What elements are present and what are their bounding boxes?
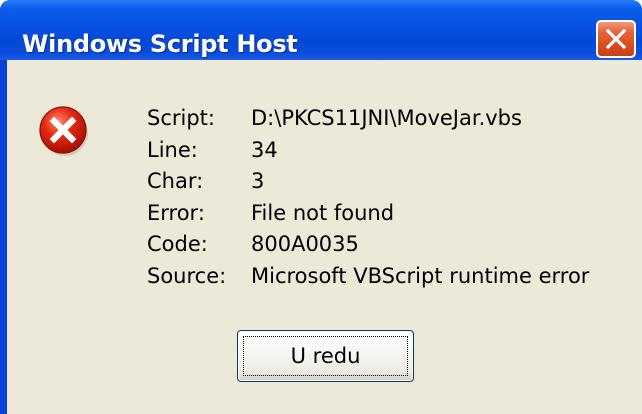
- source-row: Source: Microsoft VBScript runtime error: [147, 261, 589, 293]
- line-value: 34: [251, 137, 278, 162]
- message-dialog: Windows Script Host Script: D:\PKCS11JNI…: [0, 0, 642, 414]
- title-bar[interactable]: Windows Script Host: [0, 0, 642, 60]
- script-label: Script:: [147, 106, 215, 130]
- error-icon: [39, 106, 88, 156]
- error-row: Error: File not found: [147, 198, 589, 230]
- code-row: Code: 800A0035: [147, 229, 589, 261]
- char-value: 3: [251, 169, 265, 193]
- window-title: Windows Script Host: [22, 30, 298, 58]
- line-label: Line:: [147, 137, 198, 162]
- close-button[interactable]: [596, 20, 636, 58]
- line-row: Line: 34: [147, 135, 589, 167]
- error-details: Script: D:\PKCS11JNI\MoveJar.vbs Line: 3…: [147, 103, 589, 292]
- ok-button[interactable]: U redu: [237, 330, 414, 382]
- source-label: Source:: [147, 263, 227, 288]
- char-label: Char:: [147, 169, 204, 193]
- script-value: D:\PKCS11JNI\MoveJar.vbs: [251, 106, 522, 130]
- char-row: Char: 3: [147, 166, 589, 198]
- script-row: Script: D:\PKCS11JNI\MoveJar.vbs: [147, 103, 589, 135]
- code-label: Code:: [147, 232, 208, 256]
- dialog-body: Script: D:\PKCS11JNI\MoveJar.vbs Line: 3…: [7, 60, 642, 414]
- error-value: File not found: [251, 200, 395, 225]
- code-value: 800A0035: [251, 232, 359, 256]
- source-value: Microsoft VBScript runtime error: [251, 263, 590, 288]
- error-label: Error:: [147, 200, 205, 225]
- close-icon: [605, 28, 627, 50]
- ok-button-label: U redu: [290, 344, 361, 368]
